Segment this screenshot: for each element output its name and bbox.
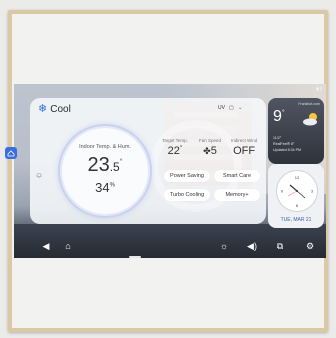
indoor-temp: 23.5° bbox=[87, 154, 123, 176]
analog-clock: 12 3 6 9 bbox=[276, 170, 318, 212]
weather-temp: 9° bbox=[273, 108, 285, 125]
weather-updated: Updated 8:34 PM bbox=[273, 148, 301, 152]
side-mode-button[interactable] bbox=[4, 146, 18, 160]
status-bar: ▮ ▯ bbox=[316, 86, 322, 91]
fan-speed-value: ✤5 bbox=[203, 145, 217, 157]
weather-realfeel: RealFeel® 8° bbox=[273, 142, 295, 146]
snowflake-icon: ❄ bbox=[38, 103, 48, 115]
mode-header[interactable]: ❄ Cool bbox=[38, 103, 71, 116]
clock-widget[interactable]: 12 3 6 9 TUE, MAR 21 bbox=[268, 164, 324, 228]
bell-icon[interactable] bbox=[35, 166, 43, 184]
uv-chip[interactable]: UV bbox=[218, 105, 225, 111]
weather-city: Frankfurt.com bbox=[298, 102, 320, 106]
clock-date: TUE, MAR 21 bbox=[280, 217, 312, 223]
header-chips: UV ▢ ⌄ bbox=[218, 104, 243, 112]
power-saving-button[interactable]: Power Saving bbox=[164, 170, 210, 182]
clock-hands-icon: 12 3 6 9 bbox=[281, 175, 314, 208]
navigation-bar: ◀ ⌂ ☼ ◀) ⧉ ⚙ bbox=[14, 234, 326, 258]
svg-text:3: 3 bbox=[311, 189, 314, 194]
fan-speed-caption: Fan Speed bbox=[199, 138, 222, 143]
settings-icon[interactable]: ⚙ bbox=[302, 238, 318, 254]
fan-icon: ✤ bbox=[203, 146, 211, 156]
cast-icon[interactable]: ⧉ bbox=[272, 238, 288, 254]
svg-text:9: 9 bbox=[281, 189, 284, 194]
target-temp-value: 22° bbox=[167, 145, 183, 157]
smart-care-button[interactable]: Smart Care bbox=[214, 170, 260, 182]
volume-icon[interactable]: ◀) bbox=[244, 238, 260, 254]
svg-text:6: 6 bbox=[296, 203, 299, 208]
indirect-wind-value: OFF bbox=[233, 145, 256, 157]
display-indicator-icon[interactable]: ▢ bbox=[229, 105, 234, 111]
indoor-humidity: 34% bbox=[95, 180, 115, 195]
indoor-title: Indoor Temp. & Hum. bbox=[79, 144, 131, 150]
indirect-wind-control[interactable]: Indirect Wind OFF bbox=[231, 138, 257, 157]
indoor-temp-dial: Indoor Temp. & Hum. 23.5° 34% bbox=[62, 128, 148, 214]
indirect-wind-caption: Indirect Wind bbox=[231, 138, 258, 143]
svg-text:12: 12 bbox=[295, 175, 300, 180]
weather-widget[interactable]: Frankfurt.com 9° 11/2° RealFeel® 8° Upda… bbox=[268, 98, 324, 164]
fan-speed-control[interactable]: Fan Speed ✤5 bbox=[199, 138, 221, 157]
weather-range: 11/2° bbox=[273, 136, 282, 140]
chevron-down-icon[interactable]: ⌄ bbox=[238, 104, 243, 111]
memory-plus-button[interactable]: Memory+ bbox=[214, 189, 260, 201]
home-indicator[interactable] bbox=[129, 256, 141, 258]
back-icon[interactable]: ◀ bbox=[38, 238, 54, 254]
brightness-icon[interactable]: ☼ bbox=[216, 238, 232, 254]
side-rail bbox=[2, 20, 16, 116]
turbo-cooling-button[interactable]: Turbo Cooling bbox=[164, 189, 210, 201]
partly-cloudy-icon bbox=[303, 113, 317, 126]
target-temp-caption: Target Temp. bbox=[162, 138, 188, 143]
target-temp-control[interactable]: Target Temp. 22° bbox=[162, 138, 188, 157]
home-mode-icon bbox=[5, 147, 17, 159]
mode-label: Cool bbox=[50, 104, 71, 115]
home-icon[interactable]: ⌂ bbox=[60, 238, 76, 254]
